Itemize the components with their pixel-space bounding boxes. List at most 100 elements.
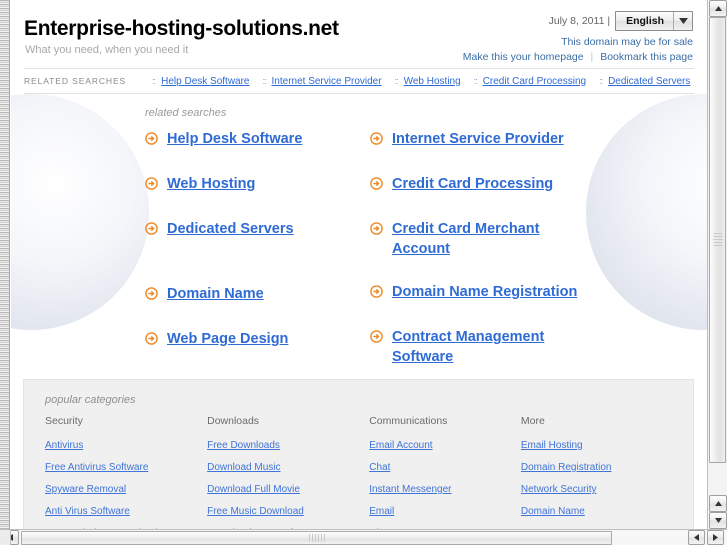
list-item[interactable]: Email <box>369 504 521 517</box>
dots-separator-icon: :: <box>152 76 156 86</box>
main-link-row[interactable]: Dedicated Servers <box>145 219 370 240</box>
category-link[interactable]: Free Downloads <box>207 440 280 451</box>
arrow-circle-icon <box>145 222 158 235</box>
popular-categories-kicker: popular categories <box>45 394 136 406</box>
popular-categories-columns: Security Antivirus Free Antivirus Softwa… <box>45 415 683 529</box>
main-link[interactable]: Help Desk Software <box>167 129 302 149</box>
main-link-row[interactable]: Internet Service Provider <box>370 129 595 150</box>
category-link[interactable]: Anti Virus Software <box>45 506 130 517</box>
main-link-row[interactable]: Web Hosting <box>145 174 370 195</box>
related-search-item[interactable]: :: Web Hosting <box>395 76 461 87</box>
list-item[interactable]: Network Security <box>521 482 683 495</box>
list-item[interactable]: Email Account <box>369 438 521 451</box>
category-link-list: Email Hosting Domain Registration Networ… <box>521 438 683 529</box>
chevron-down-icon <box>673 12 692 30</box>
related-search-link[interactable]: Internet Service Provider <box>272 76 382 87</box>
main-link-row[interactable]: Contract Management Software <box>370 327 595 367</box>
list-item[interactable]: Download Music <box>207 460 369 473</box>
list-item[interactable]: Domain Name <box>521 504 683 517</box>
category-heading: Security <box>45 415 83 427</box>
main-link[interactable]: Web Hosting <box>167 174 255 194</box>
list-item[interactable]: Email Hosting <box>521 438 683 451</box>
main-link[interactable]: Internet Service Provider <box>392 129 564 149</box>
arrow-circle-icon <box>370 222 383 235</box>
category-link[interactable]: Spyware Removal <box>45 484 126 495</box>
category-link[interactable]: Domain Name <box>521 506 585 517</box>
main-link-row[interactable]: Web Page Design <box>145 329 370 350</box>
category-link[interactable]: Antivirus <box>45 440 83 451</box>
domain-for-sale-text: This domain may be for sale <box>561 36 693 48</box>
category-link[interactable]: Free Antivirus Software <box>45 462 148 473</box>
related-searches-label: RELATED SEARCHES <box>24 76 127 86</box>
list-item[interactable]: Spyware Removal <box>45 482 207 495</box>
list-item[interactable]: Free Downloads <box>207 438 369 451</box>
header-utility-links: Make this your homepage | Bookmark this … <box>463 51 693 63</box>
dots-separator-icon: :: <box>262 76 267 86</box>
main-link-row[interactable]: Credit Card Merchant Account <box>370 219 595 259</box>
category-link-list: Free Downloads Download Music Download F… <box>207 438 369 529</box>
main-link[interactable]: Dedicated Servers <box>167 219 294 239</box>
related-search-item[interactable]: :: Credit Card Processing <box>474 76 586 87</box>
arrow-circle-icon <box>145 177 158 190</box>
horizontal-scrollbar-thumb[interactable] <box>21 531 612 545</box>
language-select[interactable]: English <box>615 11 693 31</box>
scroll-left-secondary-button[interactable] <box>688 530 705 545</box>
scroll-down-button[interactable] <box>709 512 727 529</box>
main-link[interactable]: Credit Card Processing <box>392 174 553 194</box>
list-item[interactable]: Antivirus <box>45 438 207 451</box>
main-link-row[interactable]: Domain Name Registration <box>370 282 595 303</box>
arrow-circle-icon <box>370 177 383 190</box>
main-link[interactable]: Contract Management Software <box>392 327 595 367</box>
arrow-circle-icon <box>370 330 383 343</box>
related-search-link[interactable]: Help Desk Software <box>161 76 249 87</box>
related-search-item[interactable]: :: Help Desk Software <box>152 76 249 87</box>
list-item[interactable]: Domain Registration <box>521 460 683 473</box>
list-item[interactable]: Chat <box>369 460 521 473</box>
category-column-more: More Email Hosting Domain Registration N… <box>521 415 683 529</box>
category-link[interactable]: Instant Messenger <box>369 484 451 495</box>
related-search-link[interactable]: Dedicated Servers <box>608 76 690 87</box>
list-item[interactable]: Free Antivirus Software <box>45 460 207 473</box>
main-related-searches: related searches Help Desk Software Web … <box>11 96 707 372</box>
category-link[interactable]: Email Account <box>369 440 432 451</box>
main-link-row[interactable]: Credit Card Processing <box>370 174 595 195</box>
scrollbar-grip-icon <box>713 233 722 247</box>
category-column-communications: Communications Email Account Chat Instan… <box>369 415 521 529</box>
category-column-downloads: Downloads Free Downloads Download Music … <box>207 415 369 529</box>
scroll-up-button[interactable] <box>709 0 727 17</box>
arrow-circle-icon <box>145 332 158 345</box>
main-link-row[interactable]: Domain Name <box>145 284 370 305</box>
main-link[interactable]: Web Page Design <box>167 329 288 349</box>
category-link[interactable]: Network Security <box>521 484 597 495</box>
vertical-scrollbar[interactable] <box>707 0 727 529</box>
scroll-right-button[interactable] <box>707 530 724 545</box>
domain-for-sale-notice[interactable]: This domain may be for sale <box>463 36 693 48</box>
related-search-link[interactable]: Credit Card Processing <box>483 76 586 87</box>
category-link[interactable]: Email <box>369 506 394 517</box>
category-link[interactable]: Download Music <box>207 462 280 473</box>
category-link[interactable]: Download Full Movie <box>207 484 300 495</box>
list-item[interactable]: Free Music Download <box>207 504 369 517</box>
category-link[interactable]: Free Music Download <box>207 506 304 517</box>
bookmark-page-link[interactable]: Bookmark this page <box>600 51 693 63</box>
main-link[interactable]: Domain Name <box>167 284 264 304</box>
related-search-item[interactable]: :: Internet Service Provider <box>263 76 382 87</box>
category-link[interactable]: Email Hosting <box>521 440 583 451</box>
vertical-scrollbar-track[interactable] <box>708 17 727 495</box>
list-item[interactable]: Download Full Movie <box>207 482 369 495</box>
make-homepage-link[interactable]: Make this your homepage <box>463 51 584 63</box>
scroll-up-secondary-button[interactable] <box>709 495 727 512</box>
list-item[interactable]: Anti Virus Software <box>45 504 207 517</box>
horizontal-scrollbar[interactable] <box>0 529 727 545</box>
vertical-scrollbar-thumb[interactable] <box>709 17 726 463</box>
list-item[interactable]: Instant Messenger <box>369 482 521 495</box>
category-link[interactable]: Chat <box>369 462 390 473</box>
main-link-row[interactable]: Help Desk Software <box>145 129 370 150</box>
category-link[interactable]: Domain Registration <box>521 462 612 473</box>
main-link[interactable]: Credit Card Merchant Account <box>392 219 595 259</box>
main-link[interactable]: Domain Name Registration <box>392 282 577 302</box>
scrollbar-corner <box>0 529 11 545</box>
category-column-security: Security Antivirus Free Antivirus Softwa… <box>45 415 207 529</box>
related-search-item[interactable]: :: Dedicated Servers <box>599 76 690 87</box>
related-search-link[interactable]: Web Hosting <box>404 76 461 87</box>
